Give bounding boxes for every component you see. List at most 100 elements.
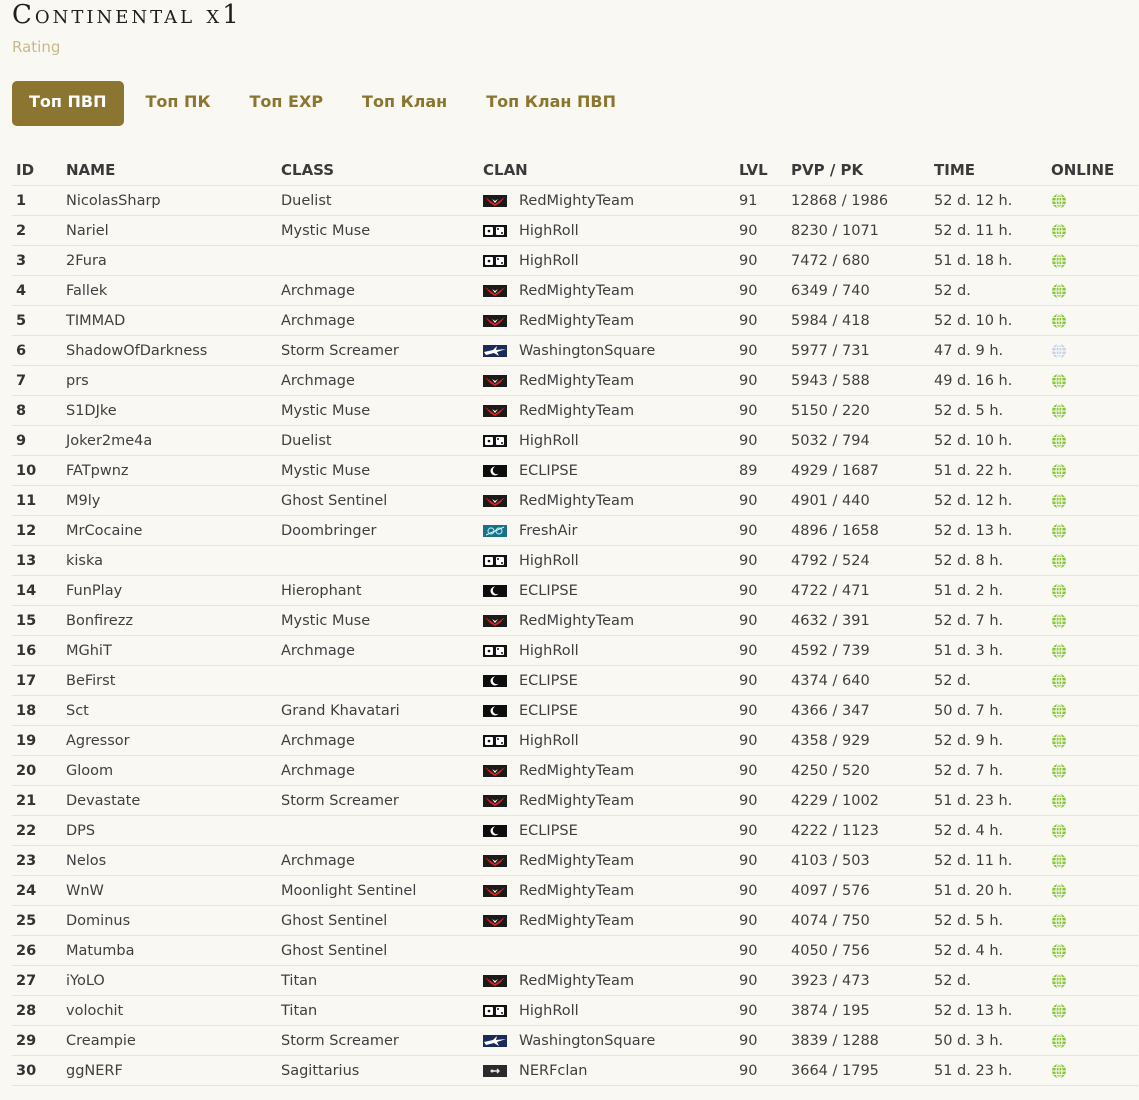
player-name[interactable]: Devastate (62, 785, 277, 816)
table-row[interactable]: 24 WnW Moonlight Sentinel RedMightyTeam 90 40… (12, 875, 1138, 906)
clan-name[interactable]: RedMightyTeam (519, 313, 634, 329)
clan-name[interactable]: HighRoll (519, 253, 579, 269)
table-row[interactable]: 23 Nelos Archmage RedMightyTeam 90 4103 / 503… (12, 845, 1138, 876)
clan-name[interactable]: NERFclan (519, 1063, 588, 1079)
player-name[interactable]: Sct (62, 695, 277, 726)
clan-name[interactable]: RedMightyTeam (519, 913, 634, 929)
player-name[interactable]: S1DJke (62, 395, 277, 426)
table-row[interactable]: 19 Agressor Archmage HighRoll 90 4358 / 929 52… (12, 725, 1138, 756)
player-name[interactable]: DPS (62, 815, 277, 846)
clan-name[interactable]: RedMightyTeam (519, 403, 634, 419)
tab-top-clan-pvp[interactable]: Топ Клан ПВП (469, 81, 633, 126)
player-name[interactable]: ggNERF (62, 1055, 277, 1086)
clan-name[interactable]: HighRoll (519, 553, 579, 569)
player-name[interactable]: Matumba (62, 935, 277, 966)
clan-name[interactable]: RedMightyTeam (519, 613, 634, 629)
column-header-clan[interactable]: CLAN (479, 155, 735, 186)
table-row[interactable]: 27 iYoLO Titan RedMightyTeam 90 3923 / 473 52 … (12, 965, 1138, 996)
player-name[interactable]: ShadowOfDarkness (62, 335, 277, 366)
table-row[interactable]: 13 kiska HighRoll 90 4792 / 524 52 d. 8 h. (12, 545, 1138, 576)
clan-name[interactable]: ECLIPSE (519, 463, 578, 479)
player-name[interactable]: MGhiT (62, 635, 277, 666)
table-row[interactable]: 12 MrCocaine Doombringer FreshAir 90 4896 / 1… (12, 515, 1138, 546)
player-name[interactable]: Dominus (62, 905, 277, 936)
column-header-lvl[interactable]: LVL (735, 155, 787, 186)
player-name[interactable]: Gloom (62, 755, 277, 786)
player-name[interactable]: WnW (62, 875, 277, 906)
clan-name[interactable]: RedMightyTeam (519, 283, 634, 299)
player-name[interactable]: volochit (62, 995, 277, 1026)
tab-top-pk[interactable]: Топ ПК (129, 81, 228, 126)
table-row[interactable]: 14 FunPlay Hierophant ECLIPSE 90 4722 / 471 51… (12, 575, 1138, 606)
clan-name[interactable]: HighRoll (519, 433, 579, 449)
player-name[interactable]: FATpwnz (62, 455, 277, 486)
player-name[interactable]: FunPlay (62, 575, 277, 606)
player-name[interactable]: MrCocaine (62, 515, 277, 546)
player-name[interactable]: kiska (62, 545, 277, 576)
clan-name[interactable]: ECLIPSE (519, 823, 578, 839)
player-name[interactable]: Nariel (62, 215, 277, 246)
tab-top-pvp[interactable]: Топ ПВП (12, 81, 124, 126)
player-name[interactable]: BeFirst (62, 665, 277, 696)
player-name[interactable]: Agressor (62, 725, 277, 756)
player-name[interactable]: Joker2me4a (62, 425, 277, 456)
clan-name[interactable]: HighRoll (519, 733, 579, 749)
table-row[interactable]: 2 Nariel Mystic Muse HighRoll 90 8230 / 1071 5… (12, 215, 1138, 246)
table-row[interactable]: 22 DPS ECLIPSE 90 4222 / 1123 52 d. 4 h. (12, 815, 1138, 846)
player-name[interactable]: M9ly (62, 485, 277, 516)
table-row[interactable]: 18 Sct Grand Khavatari ECLIPSE 90 4366 / 347 5… (12, 695, 1138, 726)
column-header-class[interactable]: CLASS (277, 155, 479, 186)
table-row[interactable]: 9 Joker2me4a Duelist HighRoll 90 5032 / 794 52… (12, 425, 1138, 456)
clan-name[interactable]: RedMightyTeam (519, 493, 634, 509)
table-row[interactable]: 8 S1DJke Mystic Muse RedMightyTeam 90 5150 / … (12, 395, 1138, 426)
tab-top-exp[interactable]: Топ EXP (233, 81, 341, 126)
table-row[interactable]: 25 Dominus Ghost Sentinel RedMightyTeam 90 40… (12, 905, 1138, 936)
table-row[interactable]: 1 NicolasSharp Duelist RedMightyTeam 91 12868… (12, 185, 1138, 216)
column-header-id[interactable]: ID (12, 155, 62, 186)
table-row[interactable]: 21 Devastate Storm Screamer RedMightyTeam 90… (12, 785, 1138, 816)
player-name[interactable]: 2Fura (62, 245, 277, 276)
player-name[interactable]: Bonfirezz (62, 605, 277, 636)
table-row[interactable]: 3 2Fura HighRoll 90 7472 / 680 51 d. 18 h. (12, 245, 1138, 276)
table-row[interactable]: 7 prs Archmage RedMightyTeam 90 5943 / 588 49 … (12, 365, 1138, 396)
table-row[interactable]: 30 ggNERF Sagittarius NERFclan 90 3664 / 1795… (12, 1055, 1138, 1086)
table-row[interactable]: 16 MGhiT Archmage HighRoll 90 4592 / 739 51 d.… (12, 635, 1138, 666)
tab-top-clan[interactable]: Топ Клан (345, 81, 464, 126)
clan-name[interactable]: RedMightyTeam (519, 883, 634, 899)
clan-name[interactable]: FreshAir (519, 523, 578, 539)
table-row[interactable]: 5 TIMMAD Archmage RedMightyTeam 90 5984 / 418… (12, 305, 1138, 336)
table-row[interactable]: 20 Gloom Archmage RedMightyTeam 90 4250 / 520… (12, 755, 1138, 786)
column-header-name[interactable]: NAME (62, 155, 277, 186)
clan-name[interactable]: RedMightyTeam (519, 373, 634, 389)
clan-name[interactable]: RedMightyTeam (519, 793, 634, 809)
player-name[interactable]: iYoLO (62, 965, 277, 996)
clan-name[interactable]: WashingtonSquare (519, 1033, 655, 1049)
column-header-time[interactable]: TIME (930, 155, 1047, 186)
table-row[interactable]: 29 Creampie Storm Screamer WashingtonSquare… (12, 1025, 1138, 1056)
column-header-pvp-pk[interactable]: PVP / PK (787, 155, 930, 186)
clan-name[interactable]: ECLIPSE (519, 703, 578, 719)
table-row[interactable]: 10 FATpwnz Mystic Muse ECLIPSE 89 4929 / 1687… (12, 455, 1138, 486)
clan-name[interactable]: HighRoll (519, 223, 579, 239)
clan-name[interactable]: HighRoll (519, 643, 579, 659)
clan-name[interactable]: RedMightyTeam (519, 193, 634, 209)
table-row[interactable]: 6 ShadowOfDarkness Storm Screamer Washingto… (12, 335, 1138, 366)
table-row[interactable]: 4 Fallek Archmage RedMightyTeam 90 6349 / 740… (12, 275, 1138, 306)
table-row[interactable]: 17 BeFirst ECLIPSE 90 4374 / 640 52 d. (12, 665, 1138, 696)
clan-name[interactable]: RedMightyTeam (519, 763, 634, 779)
clan-name[interactable]: ECLIPSE (519, 583, 578, 599)
table-row[interactable]: 15 Bonfirezz Mystic Muse RedMightyTeam 90 463… (12, 605, 1138, 636)
player-name[interactable]: Creampie (62, 1025, 277, 1056)
player-name[interactable]: TIMMAD (62, 305, 277, 336)
column-header-online[interactable]: ONLINE (1047, 155, 1138, 186)
clan-name[interactable]: RedMightyTeam (519, 973, 634, 989)
clan-name[interactable]: HighRoll (519, 1003, 579, 1019)
player-name[interactable]: NicolasSharp (62, 185, 277, 216)
clan-name[interactable]: ECLIPSE (519, 673, 578, 689)
table-row[interactable]: 28 volochit Titan HighRoll 90 3874 / 195 52 d.… (12, 995, 1138, 1026)
player-name[interactable]: prs (62, 365, 277, 396)
clan-name[interactable]: WashingtonSquare (519, 343, 655, 359)
table-row[interactable]: 26 Matumba Ghost Sentinel 90 4050 / 756 52 d.… (12, 935, 1138, 966)
table-row[interactable]: 11 M9ly Ghost Sentinel RedMightyTeam 90 4901 … (12, 485, 1138, 516)
player-name[interactable]: Fallek (62, 275, 277, 306)
